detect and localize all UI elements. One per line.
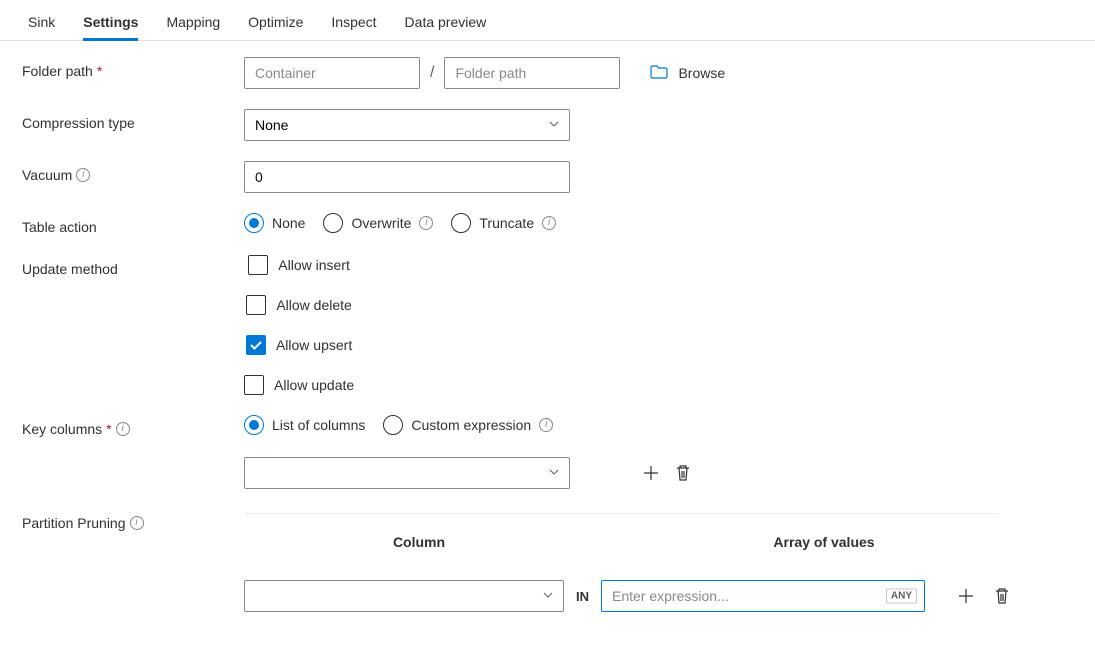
info-icon[interactable]: i (539, 418, 553, 432)
tab-inspect[interactable]: Inspect (331, 6, 376, 40)
radio-icon (244, 415, 264, 435)
pp-column-select[interactable] (244, 580, 564, 612)
tab-sink[interactable]: Sink (28, 6, 55, 40)
section-divider (244, 513, 999, 514)
required-asterisk: * (97, 63, 102, 79)
path-slash: / (430, 64, 434, 82)
info-icon[interactable]: i (76, 168, 90, 182)
table-action-overwrite[interactable]: Overwrite i (323, 213, 433, 233)
partition-pruning-label: Partition Pruning (22, 515, 126, 531)
delete-keycol-button[interactable] (672, 462, 694, 484)
keycol-custom[interactable]: Custom expression i (383, 415, 553, 435)
radio-icon (244, 213, 264, 233)
table-action-label: Table action (22, 219, 97, 235)
info-icon[interactable]: i (130, 516, 144, 530)
add-pp-row-button[interactable] (955, 585, 977, 607)
table-action-none[interactable]: None (244, 213, 305, 233)
tab-settings[interactable]: Settings (83, 6, 138, 41)
info-icon[interactable]: i (116, 422, 130, 436)
pp-values-header: Array of values (649, 534, 999, 550)
compression-label: Compression type (22, 115, 135, 131)
checkbox-checked-icon (246, 335, 266, 355)
radio-icon (383, 415, 403, 435)
checkbox-icon (246, 295, 266, 315)
update-method-label: Update method (22, 261, 118, 277)
folder-icon (650, 65, 668, 82)
vacuum-label: Vacuum (22, 167, 72, 183)
tab-data-preview[interactable]: Data preview (405, 6, 487, 40)
tab-mapping[interactable]: Mapping (166, 6, 220, 40)
allow-insert-checkbox[interactable]: Allow insert (248, 255, 350, 275)
info-icon[interactable]: i (542, 216, 556, 230)
required-asterisk: * (106, 421, 111, 437)
pp-in-label: IN (576, 589, 589, 604)
add-keycol-button[interactable] (640, 462, 662, 484)
keycol-dropdown[interactable] (244, 457, 570, 489)
allow-delete-checkbox[interactable]: Allow delete (246, 295, 352, 315)
compression-select[interactable] (244, 109, 570, 141)
vacuum-input[interactable] (244, 161, 570, 193)
pp-expression-input[interactable] (601, 580, 925, 612)
radio-icon (451, 213, 471, 233)
allow-upsert-checkbox[interactable]: Allow upsert (246, 335, 352, 355)
key-columns-label: Key columns (22, 421, 102, 437)
allow-update-checkbox[interactable]: Allow update (244, 375, 354, 395)
container-input[interactable] (244, 57, 420, 89)
folder-path-input[interactable] (444, 57, 620, 89)
tab-optimize[interactable]: Optimize (248, 6, 303, 40)
info-icon[interactable]: i (419, 216, 433, 230)
folder-path-label: Folder path (22, 63, 93, 79)
radio-icon (323, 213, 343, 233)
pp-column-header: Column (244, 534, 594, 550)
tabs: Sink Settings Mapping Optimize Inspect D… (0, 0, 1095, 41)
checkbox-icon (244, 375, 264, 395)
browse-label: Browse (678, 65, 725, 81)
any-badge[interactable]: ANY (886, 589, 917, 604)
table-action-truncate[interactable]: Truncate i (451, 213, 556, 233)
checkbox-icon (248, 255, 268, 275)
delete-pp-row-button[interactable] (991, 585, 1013, 607)
keycol-list[interactable]: List of columns (244, 415, 365, 435)
browse-button[interactable]: Browse (650, 65, 725, 82)
